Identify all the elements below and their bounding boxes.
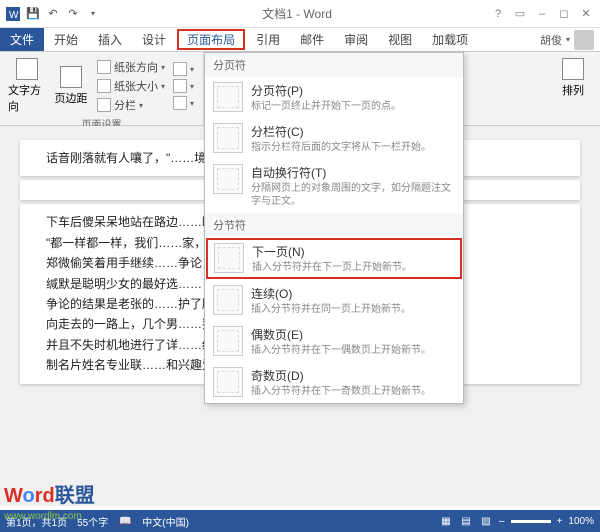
odd-page-icon: [213, 367, 243, 397]
word-blue: o: [23, 485, 35, 507]
tab-review[interactable]: 审阅: [334, 28, 378, 51]
ribbon-group-page-setup: 文字方向 页边距 纸张方向▾ 纸张大小▾ 分栏▾ ▾ ▾ ▾ 页面设置: [0, 52, 204, 125]
breaks-icon: [173, 62, 187, 76]
even-page-section-break-item[interactable]: 偶数页(E)插入分节符并在下一偶数页上开始新节。: [205, 321, 463, 362]
line-numbers-icon: [173, 79, 187, 93]
section-header: 分节符: [205, 213, 463, 237]
avatar: [574, 30, 594, 50]
status-bar: 第1页，共1页 55个字 📖 中文(中国) ▦ ▤ ▧ – + 100%: [0, 510, 600, 532]
zoom-out-icon[interactable]: –: [499, 516, 505, 527]
next-page-section-break-item[interactable]: 下一页(N)插入分节符并在下一页上开始新节。: [206, 238, 462, 279]
next-page-icon: [214, 243, 244, 273]
minimize-icon[interactable]: –: [532, 5, 552, 23]
size-icon: [97, 79, 111, 93]
zoom-in-icon[interactable]: +: [557, 516, 563, 527]
help-icon[interactable]: ?: [488, 5, 508, 23]
user-name: 胡俊: [540, 32, 562, 48]
orientation-button[interactable]: 纸张方向▾: [94, 58, 168, 76]
breaks-dropdown: 分页符 分页符(P)标记一页终止并开始下一页的点。 分栏符(C)指示分栏符后面的…: [204, 52, 464, 404]
tab-view[interactable]: 视图: [378, 28, 422, 51]
breaks-button[interactable]: ▾: [170, 61, 197, 77]
read-mode-icon[interactable]: ▤: [459, 514, 473, 528]
arrange-button[interactable]: 排列: [552, 56, 594, 100]
window-controls: ? ▭ – ◻ ✕: [488, 5, 600, 23]
line-numbers-button[interactable]: ▾: [170, 78, 197, 94]
column-break-icon: [213, 123, 243, 153]
zoom-level[interactable]: 100%: [568, 516, 594, 527]
tab-insert[interactable]: 插入: [88, 28, 132, 51]
undo-icon[interactable]: ↶: [44, 5, 62, 23]
ribbon-display-icon[interactable]: ▭: [510, 5, 530, 23]
language-indicator[interactable]: 中文(中国): [142, 514, 189, 529]
hyphenation-icon: [173, 96, 187, 110]
tab-references[interactable]: 引用: [246, 28, 290, 51]
window-title: 文档1 - Word: [106, 5, 488, 22]
text-wrapping-break-item[interactable]: 自动换行符(T)分隔网页上的对象周围的文字，如分隔题注文字与正文。: [205, 159, 463, 213]
hyphenation-button[interactable]: ▾: [170, 95, 197, 111]
tab-home[interactable]: 开始: [44, 28, 88, 51]
title-bar: W 💾 ↶ ↷ ▾ 文档1 - Word ? ▭ – ◻ ✕: [0, 0, 600, 28]
customize-icon[interactable]: ▾: [84, 5, 102, 23]
zoom-slider[interactable]: [511, 520, 551, 523]
page-break-icon: [213, 82, 243, 112]
quick-access-toolbar: W 💾 ↶ ↷ ▾: [0, 5, 106, 23]
text-wrap-icon: [213, 164, 243, 194]
tab-addins[interactable]: 加载项: [422, 28, 478, 51]
save-icon[interactable]: 💾: [24, 5, 42, 23]
word-icon: W: [4, 5, 22, 23]
text-direction-button[interactable]: 文字方向: [6, 56, 48, 116]
spell-check-icon[interactable]: 📖: [118, 514, 132, 528]
margins-button[interactable]: 页边距: [50, 64, 92, 108]
redo-icon[interactable]: ↷: [64, 5, 82, 23]
tab-page-layout[interactable]: 页面布局: [177, 29, 245, 50]
tab-mailings[interactable]: 邮件: [290, 28, 334, 51]
user-menu-icon: ▾: [566, 35, 570, 44]
ribbon-group-arrange: 排列: [546, 52, 600, 125]
watermark-url: www.wordlm.com: [4, 511, 82, 522]
continuous-section-break-item[interactable]: 连续(O)插入分节符并在同一页上开始新节。: [205, 280, 463, 321]
tab-file[interactable]: 文件: [0, 28, 44, 51]
even-page-icon: [213, 326, 243, 356]
section-header: 分页符: [205, 53, 463, 77]
orientation-icon: [97, 60, 111, 74]
watermark-logo: Word联盟: [4, 479, 95, 508]
page-break-item[interactable]: 分页符(P)标记一页终止并开始下一页的点。: [205, 77, 463, 118]
columns-button[interactable]: 分栏▾: [94, 96, 168, 114]
web-layout-icon[interactable]: ▧: [479, 514, 493, 528]
tab-design[interactable]: 设计: [132, 28, 176, 51]
ribbon-tabs: 文件 开始 插入 设计 页面布局 引用 邮件 审阅 视图 加载项 胡俊 ▾: [0, 28, 600, 52]
svg-text:W: W: [9, 10, 19, 21]
restore-icon[interactable]: ◻: [554, 5, 574, 23]
close-icon[interactable]: ✕: [576, 5, 596, 23]
continuous-icon: [213, 285, 243, 315]
user-area[interactable]: 胡俊 ▾: [540, 28, 600, 51]
column-break-item[interactable]: 分栏符(C)指示分栏符后面的文字将从下一栏开始。: [205, 118, 463, 159]
odd-page-section-break-item[interactable]: 奇数页(D)插入分节符并在下一奇数页上开始新节。: [205, 362, 463, 403]
print-layout-icon[interactable]: ▦: [439, 514, 453, 528]
columns-icon: [97, 98, 111, 112]
size-button[interactable]: 纸张大小▾: [94, 77, 168, 95]
